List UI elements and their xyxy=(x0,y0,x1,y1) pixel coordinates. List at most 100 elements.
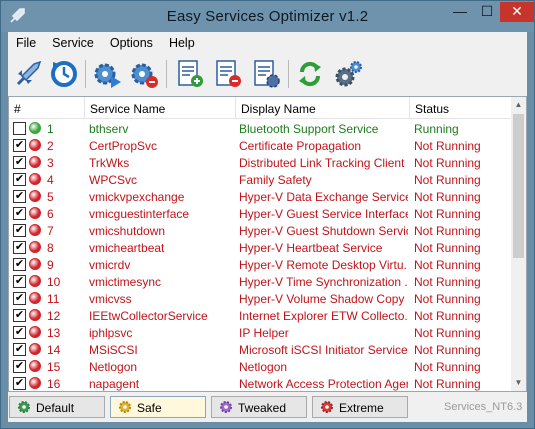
menu-help[interactable]: Help xyxy=(161,33,203,53)
row-checkbox[interactable]: ✔ xyxy=(13,309,26,322)
table-row[interactable]: ✔ 12 IEEtwCollectorService Internet Explore… xyxy=(9,307,511,324)
stop-service-icon[interactable] xyxy=(128,58,160,90)
preset-default-button[interactable]: Default xyxy=(9,396,105,418)
table-row[interactable]: ✔ 15 Netlogon Netlogon Not Running xyxy=(9,358,511,375)
table-row[interactable]: ✔ 4 WPCSvc Family Safety Not Running xyxy=(9,171,511,188)
row-number: 1 xyxy=(47,122,54,136)
row-number: 16 xyxy=(47,377,61,391)
scrollbar-thumb[interactable] xyxy=(513,114,524,258)
menu-service[interactable]: Service xyxy=(44,33,102,53)
preset-tweaked-button[interactable]: Tweaked xyxy=(211,396,307,418)
row-display-name: Family Safety xyxy=(239,173,312,187)
row-checkbox[interactable]: ✔ xyxy=(13,326,26,339)
column-header-service-name[interactable]: Service Name xyxy=(85,97,236,119)
table-row[interactable]: ✔ 8 vmicheartbeat Hyper-V Heartbeat Service… xyxy=(9,239,511,256)
preset-safe-button[interactable]: Safe xyxy=(110,396,206,418)
table-row[interactable]: ✔ 10 vmictimesync Hyper-V Time Synchronizat… xyxy=(9,273,511,290)
row-service-name: WPCSvc xyxy=(89,173,137,187)
row-checkbox[interactable]: ✔ xyxy=(13,292,26,305)
row-checkbox[interactable]: ✔ xyxy=(13,224,26,237)
row-checkbox[interactable]: ✔ xyxy=(13,258,26,271)
toolbar-separator xyxy=(288,60,289,88)
row-status: Running xyxy=(414,122,459,136)
row-display-name: Hyper-V Time Synchronization ... xyxy=(239,275,408,289)
column-header-display-name[interactable]: Display Name xyxy=(236,97,410,119)
gear-icon xyxy=(321,401,333,413)
row-status: Not Running xyxy=(414,326,481,340)
row-service-name: bthserv xyxy=(89,122,129,136)
table-row[interactable]: ✔ 2 CertPropSvc Certificate Propagation Not … xyxy=(9,137,511,154)
row-checkbox[interactable]: ✔ xyxy=(13,139,26,152)
row-number: 4 xyxy=(47,173,54,187)
toolbar-separator xyxy=(85,60,86,88)
start-service-icon[interactable] xyxy=(91,58,123,90)
menu-file[interactable]: File xyxy=(8,33,44,53)
table-row[interactable]: 1 bthserv Bluetooth Support Service Running xyxy=(9,120,511,137)
stopped-status-icon xyxy=(29,326,41,338)
row-checkbox[interactable]: ✔ xyxy=(13,377,26,390)
preset-tweaked-label: Tweaked xyxy=(238,401,287,415)
stopped-status-icon xyxy=(29,343,41,355)
row-checkbox[interactable]: ✔ xyxy=(13,173,26,186)
stopped-status-icon xyxy=(29,139,41,151)
table-row[interactable]: ✔ 9 vmicrdv Hyper-V Remote Desktop Virtu...… xyxy=(9,256,511,273)
table-row[interactable]: ✔ 5 vmickvpexchange Hyper-V Data Exchange S… xyxy=(9,188,511,205)
table-row[interactable]: ✔ 6 vmicguestinterface Hyper-V Guest Servic… xyxy=(9,205,511,222)
scroll-down-arrow-icon[interactable]: ▼ xyxy=(511,375,526,391)
table-row[interactable]: ✔ 16 napagent Network Access Protection Age… xyxy=(9,375,511,391)
maximize-button[interactable]: ☐ xyxy=(474,2,500,22)
row-display-name: Distributed Link Tracking Client xyxy=(239,156,405,170)
refresh-icon[interactable] xyxy=(294,58,326,90)
row-checkbox[interactable]: ✔ xyxy=(13,360,26,373)
restore-icon[interactable] xyxy=(48,58,80,90)
table-row[interactable]: ✔ 7 vmicshutdown Hyper-V Guest Shutdown Ser… xyxy=(9,222,511,239)
row-number: 6 xyxy=(47,207,54,221)
row-checkbox[interactable]: ✔ xyxy=(13,275,26,288)
row-checkbox[interactable]: ✔ xyxy=(13,241,26,254)
table-row[interactable]: ✔ 3 TrkWks Distributed Link Tracking Client… xyxy=(9,154,511,171)
row-number: 5 xyxy=(47,190,54,204)
scroll-up-arrow-icon[interactable]: ▲ xyxy=(511,97,526,113)
row-service-name: vmicguestinterface xyxy=(89,207,190,221)
row-number: 9 xyxy=(47,258,54,272)
row-checkbox[interactable]: ✔ xyxy=(13,343,26,356)
row-status: Not Running xyxy=(414,190,481,204)
services-list[interactable]: # Service Name Display Name Status 1 bths… xyxy=(8,96,527,392)
edit-list-icon[interactable] xyxy=(250,58,282,90)
preset-safe-label: Safe xyxy=(137,401,162,415)
toolbar-separator xyxy=(166,60,167,88)
row-status: Not Running xyxy=(414,258,481,272)
menu-options[interactable]: Options xyxy=(102,33,161,53)
row-checkbox[interactable]: ✔ xyxy=(13,156,26,169)
stopped-status-icon xyxy=(29,309,41,321)
row-number: 11 xyxy=(47,292,60,306)
running-status-icon xyxy=(29,122,41,134)
row-display-name: Network Access Protection Agent xyxy=(239,377,408,391)
table-row[interactable]: ✔ 14 MSiSCSI Microsoft iSCSI Initiator Serv… xyxy=(9,341,511,358)
settings-gears-icon[interactable] xyxy=(332,58,364,90)
row-checkbox[interactable] xyxy=(13,122,26,135)
rocket-icon[interactable] xyxy=(12,58,44,90)
column-header-num[interactable]: # xyxy=(9,97,85,119)
row-display-name: Hyper-V Remote Desktop Virtu... xyxy=(239,258,408,272)
column-header-status[interactable]: Status xyxy=(410,97,511,119)
row-service-name: IEEtwCollectorService xyxy=(89,309,208,323)
list-rows: 1 bthserv Bluetooth Support Service Running… xyxy=(9,120,511,391)
close-button[interactable]: ✕ xyxy=(500,2,534,22)
row-status: Not Running xyxy=(414,241,481,255)
preset-extreme-button[interactable]: Extreme xyxy=(312,396,408,418)
add-list-icon[interactable] xyxy=(174,58,206,90)
row-checkbox[interactable]: ✔ xyxy=(13,207,26,220)
minimize-button[interactable]: — xyxy=(446,2,474,22)
stopped-status-icon xyxy=(29,173,41,185)
row-display-name: Microsoft iSCSI Initiator Service xyxy=(239,343,408,357)
list-header: # Service Name Display Name Status xyxy=(9,97,511,119)
row-service-name: vmicrdv xyxy=(89,258,131,272)
table-row[interactable]: ✔ 11 vmicvss Hyper-V Volume Shadow Copy ...… xyxy=(9,290,511,307)
row-checkbox[interactable]: ✔ xyxy=(13,190,26,203)
remove-list-icon[interactable] xyxy=(212,58,244,90)
vertical-scrollbar[interactable]: ▲ ▼ xyxy=(511,97,526,391)
title-bar[interactable]: Easy Services Optimizer v1.2 — ☐ ✕ xyxy=(1,1,534,32)
table-row[interactable]: ✔ 13 iphlpsvc IP Helper Not Running xyxy=(9,324,511,341)
row-status: Not Running xyxy=(414,156,481,170)
